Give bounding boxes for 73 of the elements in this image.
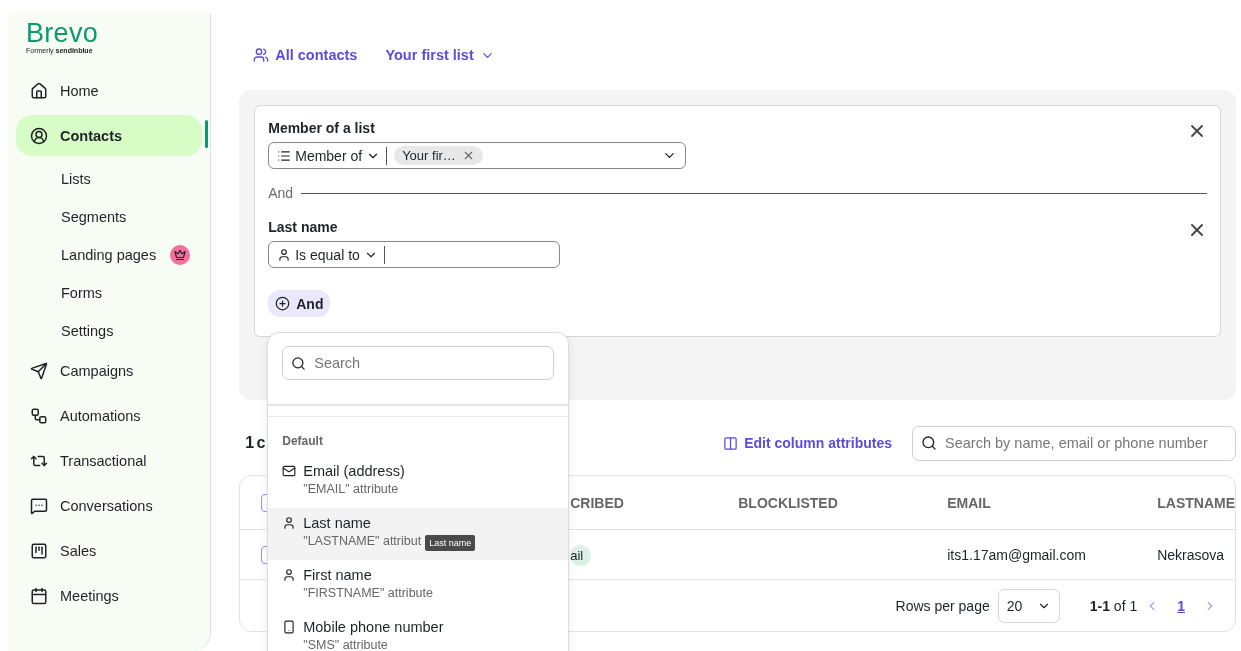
user-circle-icon xyxy=(30,126,48,145)
sidebar-subitem[interactable]: Forms xyxy=(16,274,203,312)
menu-item-hint: "FIRSTNAME" attribute xyxy=(303,586,433,600)
text-filter-field[interactable]: Is equal to xyxy=(268,241,561,268)
column-header: CRIBED xyxy=(570,494,625,511)
sidebar-item[interactable]: Conversations xyxy=(16,485,203,526)
sidebar-item[interactable]: Contacts xyxy=(16,115,203,156)
rows-per-page-label: Rows per page xyxy=(895,597,990,614)
menu-item-label: Mobile phone number xyxy=(303,619,444,635)
sidebar-subitem[interactable]: Lists xyxy=(16,160,203,198)
users-icon xyxy=(253,47,270,63)
menu-item[interactable]: Email (address) "EMAIL" attribute xyxy=(268,456,569,508)
page-range: 1-1 of 1 xyxy=(1089,597,1138,614)
menu-item[interactable]: First name "FIRSTNAME" attribute xyxy=(268,560,569,612)
workflow-icon xyxy=(30,406,48,425)
columns-icon xyxy=(723,435,739,451)
menu-item[interactable]: Last name "LASTNAME" attribut Last name xyxy=(268,508,569,560)
list-icon xyxy=(277,148,292,163)
menu-item-hint: "SMS" attribute xyxy=(303,638,388,651)
rows-per-page-select[interactable]: 20 xyxy=(997,588,1060,623)
sidebar-subitem[interactable]: Segments xyxy=(16,198,203,236)
filter-title: Last name xyxy=(268,219,338,235)
sidebar-item[interactable]: Campaigns xyxy=(16,350,203,391)
plus-circle-icon xyxy=(275,296,291,311)
kanban-icon xyxy=(30,541,48,560)
sidebar-item[interactable]: Automations xyxy=(16,395,203,436)
sidebar-item[interactable]: Transactional xyxy=(16,440,203,481)
sidebar-subitem[interactable]: Landing pages xyxy=(16,236,203,274)
search-icon xyxy=(291,355,307,371)
user-icon xyxy=(277,247,292,262)
menu-item[interactable]: Mobile phone number "SMS" attribute xyxy=(268,612,569,651)
menu-item-label: First name xyxy=(303,567,372,583)
menu-item-hint: "LASTNAME" attribut xyxy=(303,534,422,548)
active-indicator xyxy=(205,120,209,148)
operator-select[interactable]: Member of xyxy=(277,146,388,165)
column-header: LASTNAME xyxy=(1157,494,1235,511)
table-cell-text: its1.17am@gmail.com xyxy=(947,546,1087,563)
page-link[interactable]: 1 xyxy=(1167,597,1195,614)
contacts-count: 1 c xyxy=(245,434,266,452)
user-icon xyxy=(282,516,297,530)
separator-label: And xyxy=(268,185,294,201)
tooltip: Last name xyxy=(425,535,476,551)
envelope-icon xyxy=(282,464,297,478)
logo: Brevo xyxy=(25,19,100,47)
phone-icon xyxy=(282,620,297,634)
status-badge: ail xyxy=(570,544,592,566)
sidebar-subitem[interactable]: Settings xyxy=(16,312,203,350)
calendar-icon xyxy=(30,586,48,605)
nav-link[interactable]: Your first list xyxy=(385,47,495,63)
menu-search-field[interactable]: Search xyxy=(282,346,555,380)
table-cell-text: Nekrasova xyxy=(1157,546,1226,563)
column-header: BLOCKLISTED xyxy=(738,494,839,511)
menu-item-label: Last name xyxy=(303,515,371,531)
chat-bubble-icon xyxy=(30,496,48,515)
add-condition-button[interactable]: And xyxy=(268,290,331,317)
menu-item-label: Email (address) xyxy=(303,463,405,479)
search-field[interactable]: Search by name, email or phone number xyxy=(912,425,1236,461)
paper-plane-icon xyxy=(30,361,48,380)
user-icon xyxy=(282,568,297,582)
sidebar-item[interactable]: Meetings xyxy=(16,575,203,616)
operator-select[interactable]: Is equal to xyxy=(277,245,385,264)
filter-title: Member of a list xyxy=(268,120,375,136)
sidebar-item[interactable]: Home xyxy=(16,70,203,111)
sidebar-item[interactable]: Sales xyxy=(16,530,203,571)
list-chip[interactable]: Your fir… xyxy=(394,146,483,165)
menu-item-hint: "EMAIL" attribute xyxy=(303,482,399,496)
search-icon xyxy=(921,435,937,451)
list-filter-field[interactable]: Member of Your fir… xyxy=(268,142,687,169)
home-icon xyxy=(30,81,48,100)
section-label: Default xyxy=(281,433,324,450)
edit-columns-link[interactable]: Edit column attributes xyxy=(723,435,892,451)
nav-link[interactable]: All contacts xyxy=(253,47,358,63)
column-header: EMAIL xyxy=(947,494,992,511)
